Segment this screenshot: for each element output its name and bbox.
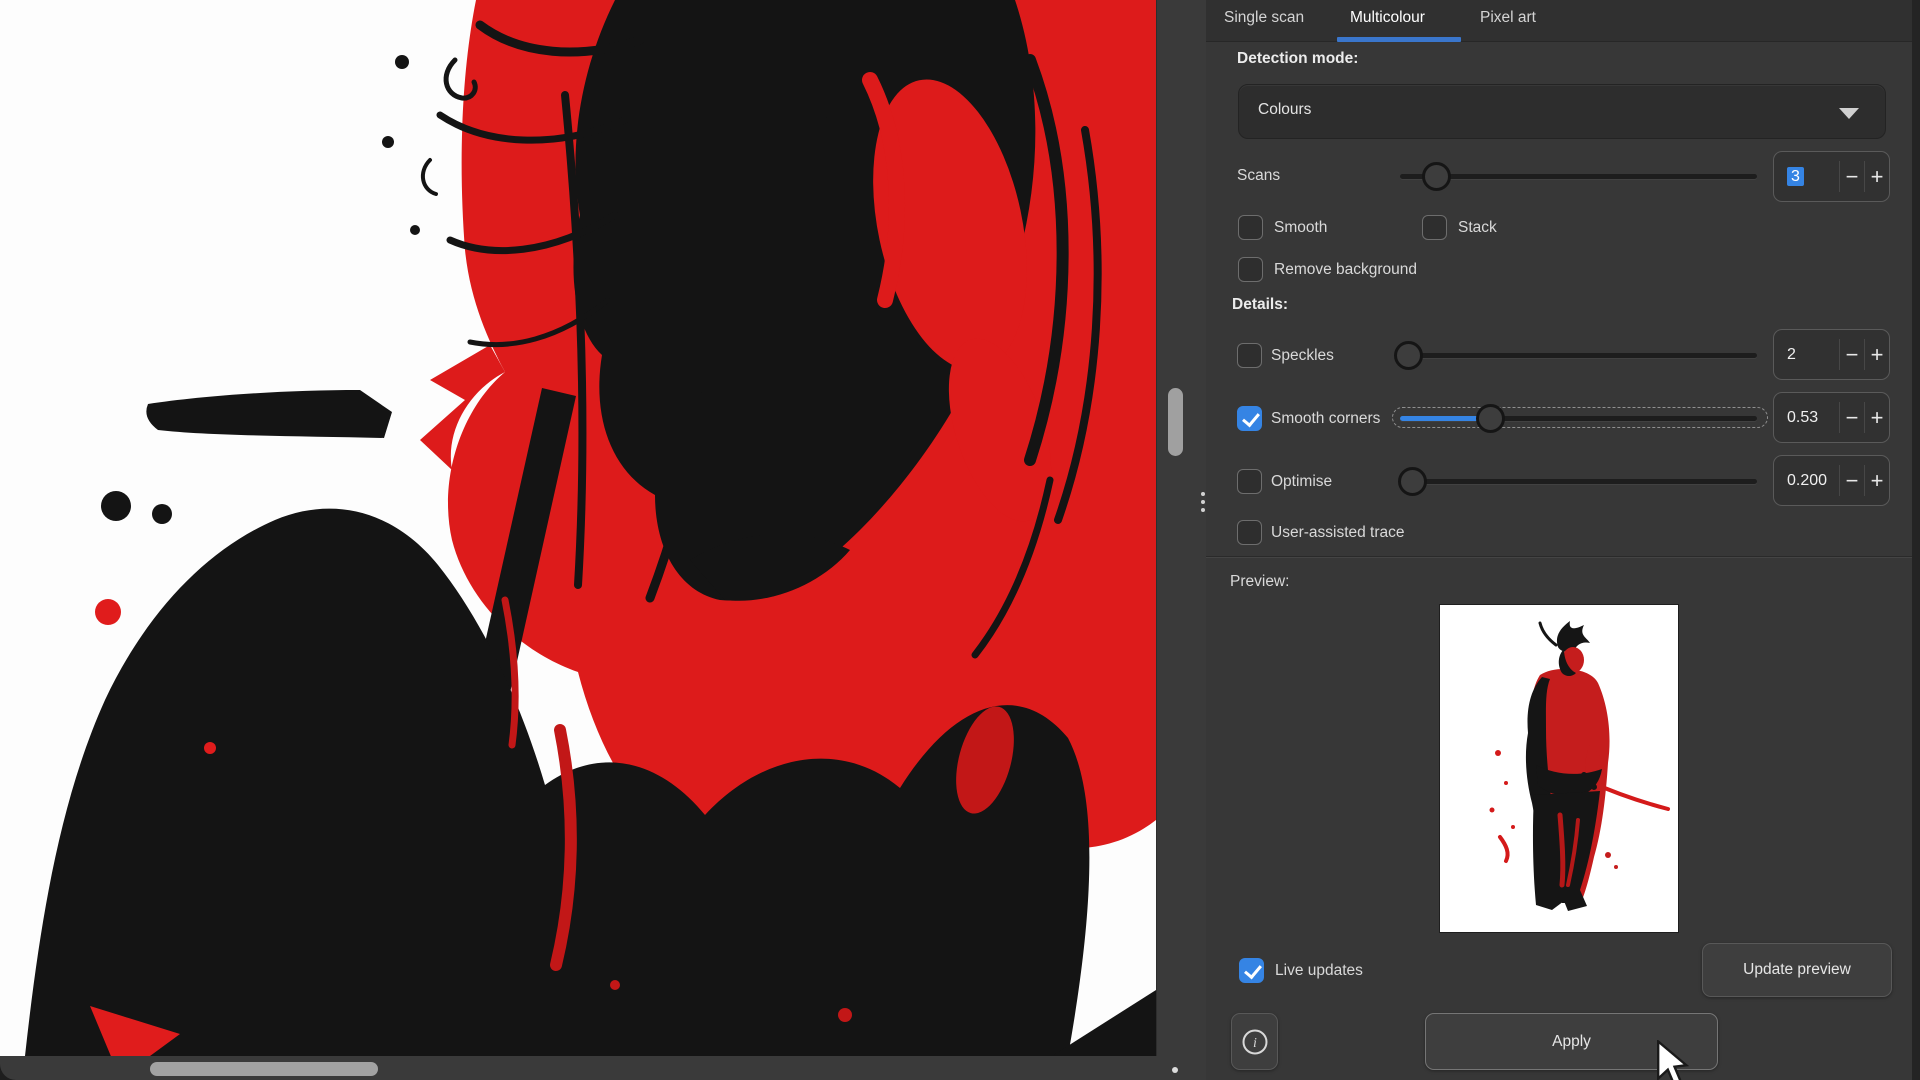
smooth-corners-spinbox: 0.53 − + xyxy=(1773,392,1890,443)
minus-button[interactable]: − xyxy=(1840,331,1864,378)
optimise-slider[interactable] xyxy=(1400,479,1757,484)
dropdown-selected-value: Colours xyxy=(1258,101,1311,119)
samurai-artwork xyxy=(0,0,1156,1056)
preview-label: Preview: xyxy=(1230,573,1289,591)
trace-panel: Single scan Multicolour Pixel art Detect… xyxy=(1206,0,1912,1080)
preview-image xyxy=(1440,605,1678,932)
stack-checkbox[interactable] xyxy=(1422,215,1447,240)
plus-button[interactable]: + xyxy=(1865,457,1889,504)
tab-bar: Single scan Multicolour Pixel art xyxy=(1206,0,1912,42)
scans-spinbox: 3 − + xyxy=(1773,151,1890,202)
speckles-slider[interactable] xyxy=(1400,353,1757,358)
scans-slider[interactable] xyxy=(1400,174,1757,179)
stack-label: Stack xyxy=(1458,219,1497,237)
mouse-cursor-icon xyxy=(1652,1040,1700,1080)
section-divider xyxy=(1206,556,1912,558)
optimise-label: Optimise xyxy=(1271,473,1332,491)
scans-slider-knob[interactable] xyxy=(1422,162,1451,191)
trace-bitmap-window: Single scan Multicolour Pixel art Detect… xyxy=(0,0,1920,1080)
scroll-corner-dot xyxy=(1172,1067,1178,1073)
remove-background-checkbox[interactable] xyxy=(1238,257,1263,282)
detection-mode-label: Detection mode: xyxy=(1237,50,1358,68)
plus-button[interactable]: + xyxy=(1865,153,1889,200)
speckles-slider-knob[interactable] xyxy=(1394,341,1423,370)
svg-text:i: i xyxy=(1253,1036,1257,1051)
vertical-scrollbar[interactable] xyxy=(1168,388,1183,456)
tab-single-scan[interactable]: Single scan xyxy=(1224,9,1304,27)
info-button[interactable]: i xyxy=(1231,1013,1278,1070)
plus-button[interactable]: + xyxy=(1865,394,1889,441)
active-tab-underline xyxy=(1337,37,1461,42)
info-icon: i xyxy=(1241,1028,1269,1056)
smooth-corners-value[interactable]: 0.53 xyxy=(1774,409,1839,427)
smooth-corners-slider[interactable] xyxy=(1400,416,1757,421)
optimise-checkbox[interactable] xyxy=(1237,469,1262,494)
scans-value[interactable]: 3 xyxy=(1774,168,1839,186)
canvas-gutter xyxy=(1156,0,1206,1056)
tab-multicolour[interactable]: Multicolour xyxy=(1350,9,1425,27)
smooth-corners-label: Smooth corners xyxy=(1271,410,1380,428)
speckles-spinbox: 2 − + xyxy=(1773,329,1890,380)
user-assisted-trace-label: User-assisted trace xyxy=(1271,524,1405,542)
speckles-value[interactable]: 2 xyxy=(1774,346,1839,364)
window-edge xyxy=(1912,0,1920,1080)
optimise-value[interactable]: 0.200 xyxy=(1774,472,1839,490)
speckles-checkbox[interactable] xyxy=(1237,343,1262,368)
smooth-checkbox[interactable] xyxy=(1238,215,1263,240)
preview-thumbnail xyxy=(1440,605,1678,932)
minus-button[interactable]: − xyxy=(1840,457,1864,504)
live-updates-label: Live updates xyxy=(1275,962,1363,980)
smooth-label: Smooth xyxy=(1274,219,1327,237)
smooth-corners-checkbox[interactable] xyxy=(1237,406,1262,431)
optimise-spinbox: 0.200 − + xyxy=(1773,455,1890,506)
remove-background-label: Remove background xyxy=(1274,261,1417,279)
details-heading: Details: xyxy=(1232,296,1288,314)
update-preview-button[interactable]: Update preview xyxy=(1702,943,1892,997)
tab-pixel-art[interactable]: Pixel art xyxy=(1480,9,1536,27)
horizontal-scrollbar[interactable] xyxy=(150,1062,378,1076)
minus-button[interactable]: − xyxy=(1840,153,1864,200)
smooth-corners-slider-knob[interactable] xyxy=(1476,404,1505,433)
speckles-label: Speckles xyxy=(1271,347,1334,365)
optimise-slider-knob[interactable] xyxy=(1398,467,1427,496)
panel-resize-handle-icon[interactable] xyxy=(1201,488,1205,516)
minus-button[interactable]: − xyxy=(1840,394,1864,441)
chevron-down-icon xyxy=(1839,108,1859,119)
detection-mode-dropdown[interactable]: Colours xyxy=(1238,84,1886,139)
user-assisted-trace-checkbox[interactable] xyxy=(1237,520,1262,545)
live-updates-checkbox[interactable] xyxy=(1239,958,1264,983)
plus-button[interactable]: + xyxy=(1865,331,1889,378)
scans-label: Scans xyxy=(1237,167,1280,185)
image-canvas[interactable] xyxy=(0,0,1156,1056)
